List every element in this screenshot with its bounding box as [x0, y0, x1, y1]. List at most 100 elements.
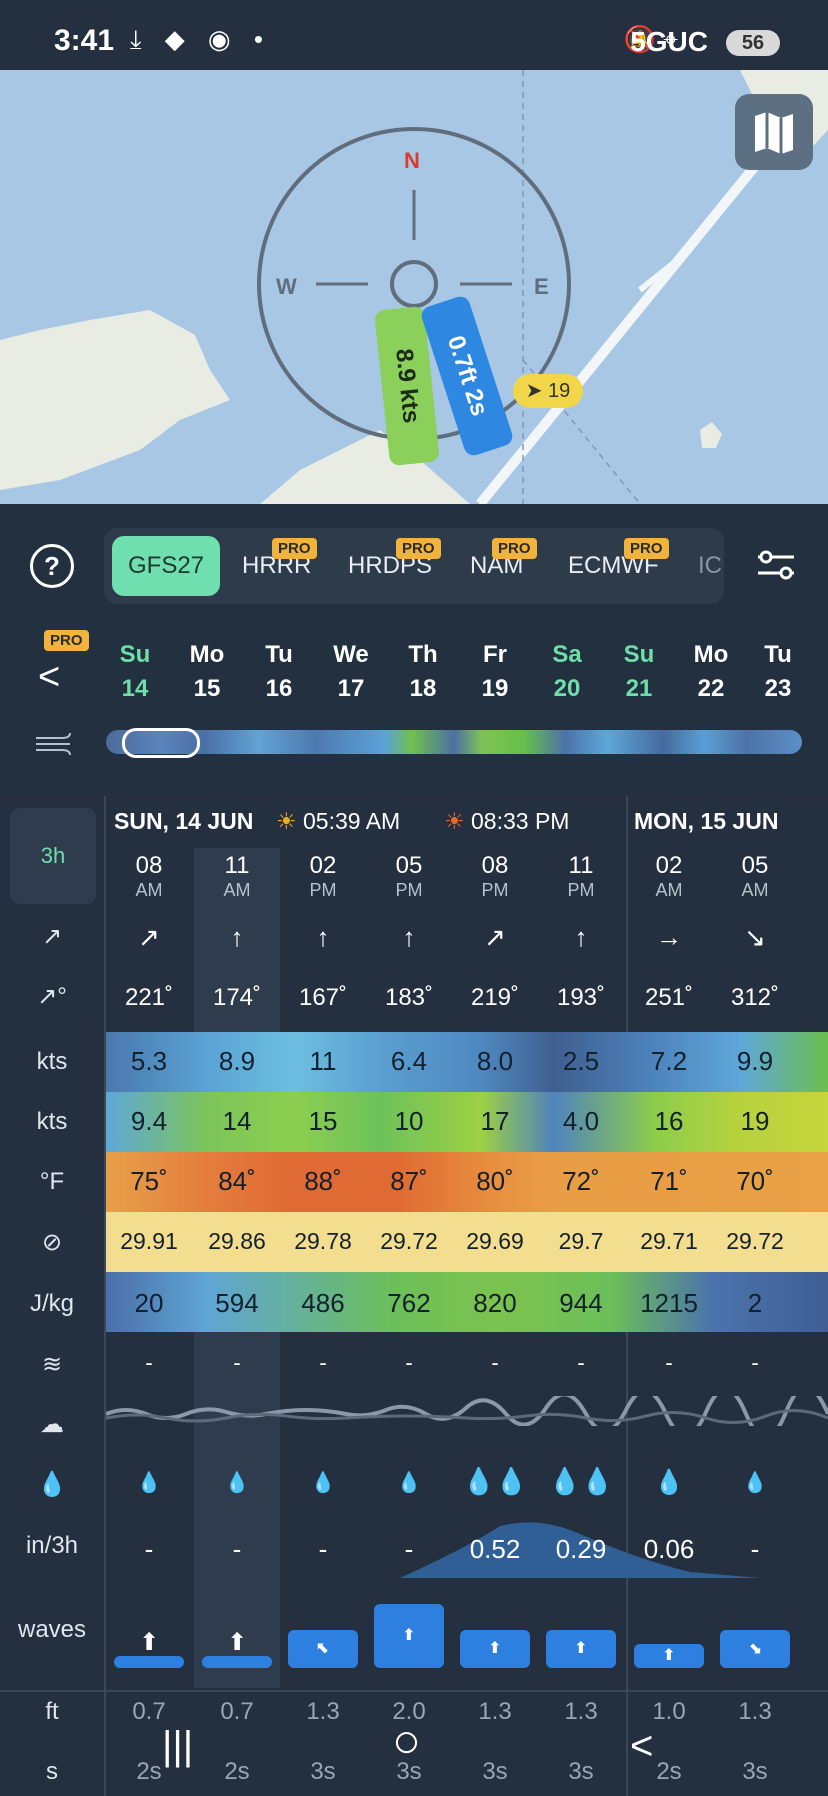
pro-badge-nam: PRO: [492, 538, 537, 559]
deg-cell: 183˚: [384, 984, 434, 1011]
map-layers-button[interactable]: [735, 94, 813, 170]
temp-cell: 80˚: [476, 1166, 514, 1196]
precip-cell: -: [144, 1534, 154, 1564]
hour-col-4[interactable]: 08 PM: [452, 852, 538, 901]
day-tu-23[interactable]: Tu 23: [748, 638, 808, 706]
day-tu-16[interactable]: Tu 16: [249, 638, 309, 706]
gust-cell: 16: [654, 1106, 684, 1136]
deg-cell: 174˚: [212, 984, 262, 1011]
help-button[interactable]: ?: [30, 544, 74, 588]
row-label-cape: J/kg: [29, 1290, 74, 1317]
battery-indicator: 56: [726, 30, 780, 56]
wind-cell: 8.9: [218, 1046, 256, 1076]
filter-settings-icon[interactable]: [756, 548, 796, 582]
dir-cell: ↑: [574, 922, 588, 952]
notification-icons: ⤓ ◆ ◉ •: [130, 24, 271, 54]
hour-col-6[interactable]: 02 AM: [626, 852, 712, 901]
wave-ft-cell: 0.7: [132, 1698, 166, 1725]
speed-badge-value: 19: [548, 380, 571, 402]
fog-cell: -: [665, 1350, 673, 1375]
hour-col-0[interactable]: 08 AM: [106, 852, 192, 901]
tab-icon-model[interactable]: IC: [698, 528, 722, 604]
fog-cell: -: [145, 1350, 153, 1375]
cape-cell: 2: [747, 1288, 763, 1318]
day-su-21[interactable]: Su 21: [609, 638, 669, 706]
wave-ft-cell: 1.3: [478, 1698, 512, 1725]
pressure-cell: 29.78: [294, 1228, 352, 1254]
deg-cell: 219˚: [470, 984, 520, 1011]
fog-icon: ≋: [41, 1351, 63, 1378]
wind-cell: 9.9: [736, 1046, 774, 1076]
speed-badge: ➤ 19: [513, 374, 583, 408]
wave-bar: ⬆: [460, 1630, 530, 1668]
wind-cell: 5.3: [130, 1046, 168, 1076]
nav-home-button[interactable]: ○: [392, 1714, 421, 1769]
sunset-info: ☀ 08:33 PM: [444, 808, 569, 835]
dir-cell: ↑: [230, 922, 244, 952]
row-label-pressure: ⊘: [41, 1229, 63, 1256]
cape-cell: 486: [301, 1288, 345, 1318]
rain-drop-icon: 💧: [136, 1472, 162, 1494]
tab-gfs27[interactable]: GFS27: [112, 536, 221, 596]
rain-drop-icon: 💧: [224, 1472, 250, 1494]
hour-col-2[interactable]: 02 PM: [280, 852, 366, 901]
gust-cell: 10: [394, 1106, 424, 1136]
day-th-18[interactable]: Th 18: [393, 638, 453, 706]
dir-cell: →: [656, 922, 682, 952]
gust-cell: 19: [740, 1106, 770, 1136]
pressure-cell: 29.71: [640, 1228, 698, 1254]
day-mo-15[interactable]: Mo 15: [177, 638, 237, 706]
rain-drop-icon: 💧: [310, 1472, 336, 1494]
sunset-time: 08:33 PM: [471, 808, 570, 834]
hour-col-3[interactable]: 05 PM: [366, 852, 452, 901]
cape-cell: 20: [134, 1288, 164, 1318]
sunset-icon: ☀: [444, 808, 465, 834]
gust-cell: 4.0: [562, 1106, 600, 1136]
wind-cell: 11: [309, 1046, 337, 1076]
sunrise-time: 05:39 AM: [303, 808, 401, 834]
sunrise-icon: ☀: [276, 808, 297, 834]
pressure-cell: 29.72: [380, 1228, 438, 1254]
sunrise-info: ☀ 05:39 AM: [276, 808, 400, 835]
day-fr-19[interactable]: Fr 19: [465, 638, 525, 706]
timeline-selection[interactable]: [122, 728, 200, 758]
hour-col-1[interactable]: 11 AM: [194, 852, 280, 901]
wave-ft-cell: 0.7: [220, 1698, 254, 1725]
status-time: 3:41: [54, 24, 115, 57]
wave-bar: [114, 1656, 184, 1668]
rain-heavy-icon: 💧💧: [548, 1466, 614, 1496]
row-label-precip: in/3h: [25, 1532, 79, 1559]
interval-button[interactable]: 3h: [10, 808, 96, 904]
deg-cell: 221˚: [124, 984, 174, 1011]
day-we-17[interactable]: We 17: [321, 638, 381, 706]
wind-timeline[interactable]: [106, 730, 802, 754]
compass-east: E: [534, 274, 549, 299]
pressure-cell: 29.91: [120, 1228, 178, 1254]
back-days-button[interactable]: <: [38, 656, 60, 699]
wind-cell: 7.2: [650, 1046, 688, 1076]
cloud-icon: ☁: [40, 1411, 64, 1438]
precip-cell: -: [318, 1534, 328, 1564]
wave-ft-cell: 1.3: [306, 1698, 340, 1725]
nav-recent-apps-button[interactable]: |||: [162, 1724, 193, 1769]
pro-badge-hrdps: PRO: [396, 538, 441, 559]
wave-s-cell: 3s: [310, 1758, 336, 1785]
row-label-temp: °F: [39, 1168, 65, 1195]
deg-cell: 193˚: [556, 984, 606, 1011]
day-sa-20[interactable]: Sa 20: [537, 638, 597, 706]
gust-cell: 17: [480, 1106, 510, 1136]
deg-cell: 251˚: [644, 984, 694, 1011]
nav-back-button[interactable]: <: [630, 1724, 653, 1769]
day-su-14[interactable]: Su 14: [105, 638, 165, 706]
row-label-waves: waves: [17, 1616, 87, 1643]
gust-cell: 9.4: [130, 1106, 168, 1136]
raindrop-icon: 💧: [37, 1471, 67, 1498]
network-indicator: 5GUC: [630, 26, 708, 57]
hour-col-5[interactable]: 11 PM: [538, 852, 624, 901]
wave-bar: ⬆: [374, 1604, 444, 1668]
day-mo-22[interactable]: Mo 22: [681, 638, 741, 706]
hour-col-7[interactable]: 05 AM: [712, 852, 798, 901]
compass-west: W: [276, 274, 297, 299]
map-view[interactable]: N W E 8.9 kts 0.7ft 2s ➤ 19: [0, 70, 828, 504]
wave-bar: [202, 1656, 272, 1668]
